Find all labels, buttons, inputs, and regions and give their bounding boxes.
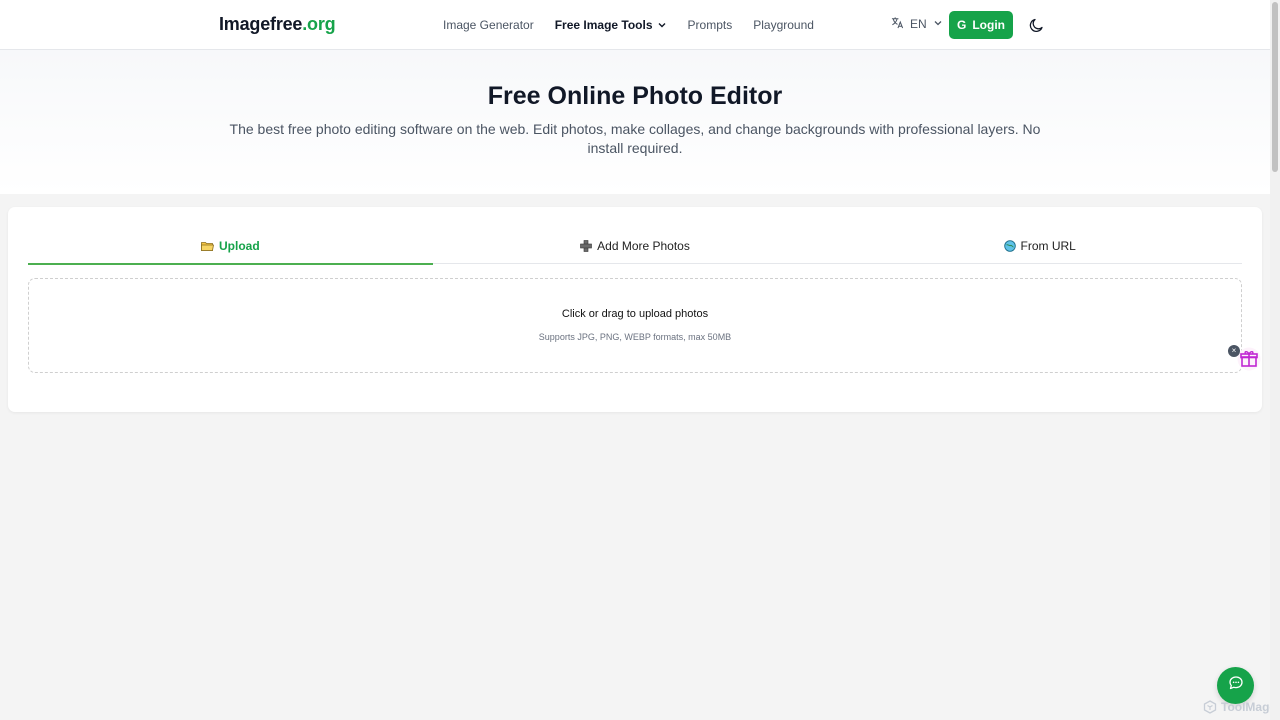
google-icon: G	[957, 18, 967, 32]
upload-tabs: Upload Add More Photos From URL	[28, 229, 1242, 265]
login-label: Login	[972, 18, 1005, 32]
plus-icon	[580, 240, 592, 252]
dark-mode-toggle-moon-icon[interactable]	[1029, 17, 1045, 33]
nav-label: Image Generator	[443, 18, 534, 32]
close-icon[interactable]: ×	[1228, 345, 1240, 357]
page-scrollbar[interactable]	[1270, 0, 1280, 720]
tab-from-url[interactable]: From URL	[837, 229, 1242, 263]
tab-label: Upload	[219, 239, 260, 253]
logo-main-text: Imagefree	[219, 14, 303, 34]
tab-add-more-photos[interactable]: Add More Photos	[433, 229, 838, 263]
toolmage-logo-icon	[1203, 700, 1217, 714]
tab-label: From URL	[1020, 239, 1076, 253]
tab-label: Add More Photos	[597, 239, 690, 253]
nav-label: Free Image Tools	[554, 18, 653, 32]
tab-upload[interactable]: Upload	[28, 229, 433, 265]
login-button[interactable]: G Login	[949, 11, 1013, 39]
scrollbar-thumb[interactable]	[1272, 2, 1278, 172]
nav-label: Prompts	[687, 18, 733, 32]
nav-prompts[interactable]: Prompts	[688, 18, 733, 32]
page-title: Free Online Photo Editor	[487, 82, 783, 110]
dropzone-subtitle: Supports JPG, PNG, WEBP formats, max 50M…	[538, 332, 732, 342]
language-selector[interactable]: EN	[891, 16, 943, 32]
upload-dropzone[interactable]: Click or drag to upload photos Supports …	[28, 278, 1242, 373]
chat-icon	[1228, 675, 1244, 696]
top-header: Imagefree.org Image Generator Free Image…	[0, 0, 1270, 50]
nav-playground[interactable]: Playground	[753, 18, 814, 32]
gift-icon[interactable]	[1237, 347, 1261, 371]
watermark-text: ToolMage	[1221, 700, 1277, 714]
page-description: The best free photo editing software on …	[229, 121, 1041, 156]
upload-card: Upload Add More Photos From URL Click or…	[8, 207, 1262, 412]
language-code: EN	[910, 17, 927, 31]
chevron-down-icon	[933, 17, 943, 31]
site-logo[interactable]: Imagefree.org	[219, 14, 336, 35]
globe-icon	[1003, 240, 1016, 252]
toolmage-watermark: ToolMage	[1203, 700, 1276, 714]
translate-icon	[891, 16, 904, 32]
chat-bubble-button[interactable]	[1217, 667, 1254, 704]
nav-label: Playground	[753, 18, 814, 32]
hero-section: Free Online Photo Editor The best free p…	[0, 50, 1270, 194]
folder-icon	[201, 241, 214, 252]
chevron-down-icon	[657, 20, 667, 30]
main-nav: Image Generator Free Image Tools Prompts…	[443, 0, 835, 50]
nav-free-image-tools[interactable]: Free Image Tools	[555, 18, 667, 32]
dropzone-title: Click or drag to upload photos	[561, 308, 709, 320]
logo-tld-text: .org	[302, 14, 336, 34]
nav-image-generator[interactable]: Image Generator	[443, 18, 534, 32]
